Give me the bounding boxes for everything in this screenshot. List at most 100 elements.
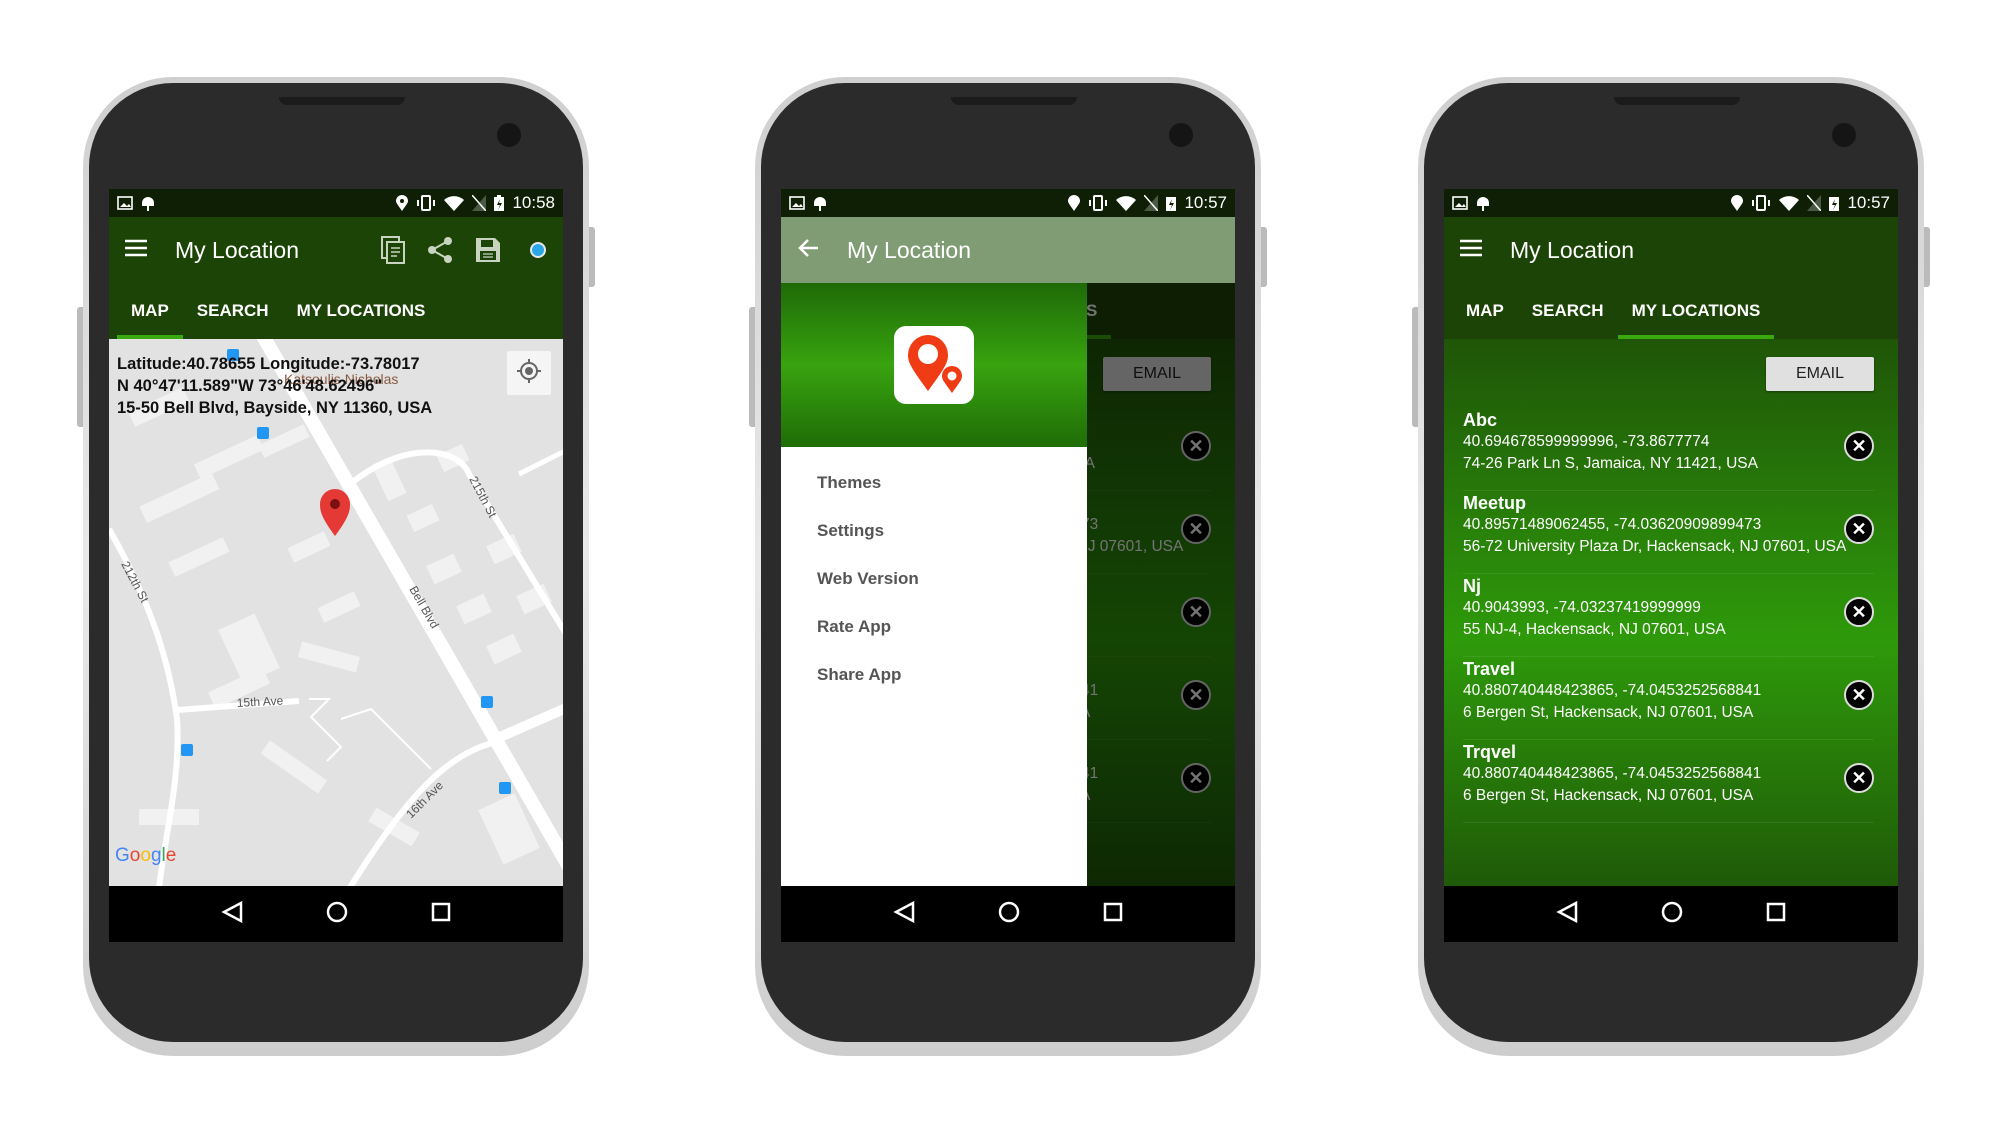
recents-icon[interactable] [1103, 902, 1123, 927]
status-time: 10:57 [1847, 193, 1890, 212]
wifi-icon [444, 195, 465, 211]
location-name: Abc [1463, 410, 1498, 430]
location-icon [1068, 195, 1081, 211]
list-item[interactable]: Trqvel 40.880740448423865, -74.0453252568… [1463, 741, 1874, 823]
location-name: Meetup [1463, 493, 1526, 513]
list-item[interactable]: Abc 40.694678599999996, -73.8677774 74-26 … [1463, 409, 1874, 491]
gallery-icon [789, 196, 805, 210]
tab-my-locations[interactable]: MY LOCATIONS [283, 283, 440, 339]
address-text: 15-50 Bell Blvd, Bayside, NY 11360, USA [117, 399, 433, 417]
locations-list: EMAIL Abc 40.694678599999996, -73.8677774… [1444, 339, 1898, 886]
status-bar: 10:57 [781, 189, 1235, 217]
phone-map: 10:58 My Location MAP SEARCH MY LOCATION… [77, 77, 595, 1056]
location-address: 55 NJ-4, Hackensack, NJ 07601, USA [1463, 621, 1726, 638]
back-icon[interactable] [220, 900, 243, 928]
toolbar: My Location [781, 217, 1235, 283]
wifi-icon [1779, 195, 1800, 211]
home-icon[interactable] [998, 901, 1020, 928]
list-item[interactable]: Meetup 40.89571489062455, -74.03620909899… [1463, 492, 1874, 574]
location-coords: 40.694678599999996, -73.8677774 [1463, 433, 1710, 450]
map-view[interactable]: Bell Blvd 212th St 215th St 15th Ave 16t… [109, 339, 563, 886]
android-icon [141, 195, 155, 211]
toolbar: My Location [1444, 217, 1898, 283]
tab-bar: MAP SEARCH MY LOCATIONS [1444, 283, 1898, 339]
drawer-item-rate-app[interactable]: Rate App [781, 603, 1087, 651]
remove-icon[interactable]: ✕ [1844, 431, 1874, 461]
wifi-icon [1116, 195, 1137, 211]
tab-bar: MAP SEARCH MY LOCATIONS [109, 283, 563, 339]
app-logo-icon [894, 326, 974, 404]
remove-icon[interactable]: ✕ [1844, 514, 1874, 544]
app-title: My Location [1510, 236, 1635, 263]
app-title: My Location [847, 236, 972, 263]
remove-icon[interactable]: ✕ [1844, 597, 1874, 627]
street-label: 15th Ave [236, 694, 283, 710]
location-address: 74-26 Park Ln S, Jamaica, NY 11421, USA [1463, 455, 1758, 472]
dms-text: N 40°47'11.589"W 73°46'48.62496" [117, 377, 383, 395]
drawer-item-web-version[interactable]: Web Version [781, 555, 1087, 603]
location-coords: 40.880740448423865, -74.0453252568841 [1463, 765, 1762, 782]
screen: 10:57 My Location MAP SEARCH MY LOCATION… [781, 189, 1235, 942]
home-icon[interactable] [326, 901, 348, 928]
tab-search[interactable]: SEARCH [1518, 283, 1618, 339]
save-icon[interactable] [475, 237, 501, 263]
no-sim-icon [1807, 195, 1822, 211]
location-address: 6 Bergen St, Hackensack, NJ 07601, USA [1463, 704, 1754, 721]
menu-icon[interactable] [125, 239, 147, 262]
remove-icon[interactable]: ✕ [1844, 680, 1874, 710]
nav-bar [781, 886, 1235, 942]
location-icon [1731, 195, 1744, 211]
recents-icon[interactable] [431, 902, 451, 927]
phone-drawer: 10:57 My Location MAP SEARCH MY LOCATION… [749, 77, 1267, 1056]
app-title: My Location [175, 236, 300, 263]
gallery-icon [117, 196, 133, 210]
list-item[interactable]: Nj 40.9043993, -74.03237419999999 55 NJ-4,… [1463, 575, 1874, 657]
tab-map[interactable]: MAP [117, 283, 183, 339]
location-address: 6 Bergen St, Hackensack, NJ 07601, USA [1463, 787, 1754, 804]
drawer-header [781, 283, 1087, 447]
list-item[interactable]: Travel 40.880740448423865, -74.0453252568… [1463, 658, 1874, 740]
android-icon [813, 195, 827, 211]
phone-my-locations: 10:57 My Location MAP SEARCH MY LOCATION… [1412, 77, 1930, 1056]
google-logo: Google [115, 845, 176, 866]
remove-icon[interactable]: ✕ [1844, 763, 1874, 793]
copy-icon[interactable] [381, 236, 405, 264]
no-sim-icon [472, 195, 487, 211]
map-pin-icon [320, 489, 350, 536]
location-address: 56-72 University Plaza Dr, Hackensack, N… [1463, 538, 1847, 555]
status-time: 10:58 [512, 193, 555, 212]
drawer-item-themes[interactable]: Themes [781, 459, 1087, 507]
home-icon[interactable] [1661, 901, 1683, 928]
location-coords: 40.89571489062455, -74.03620909899473 [1463, 516, 1762, 533]
back-arrow-icon[interactable] [797, 238, 819, 263]
status-bar: 10:58 [109, 189, 563, 217]
location-coords: 40.9043993, -74.03237419999999 [1463, 599, 1701, 616]
location-name: Nj [1463, 576, 1481, 596]
screen: 10:57 My Location MAP SEARCH MY LOCATION… [1444, 189, 1898, 942]
location-coords: 40.880740448423865, -74.0453252568841 [1463, 682, 1762, 699]
nav-bar [1444, 886, 1898, 942]
tab-my-locations[interactable]: MY LOCATIONS [1617, 283, 1775, 339]
toolbar: My Location [109, 217, 563, 283]
drawer-item-settings[interactable]: Settings [781, 507, 1087, 555]
menu-icon[interactable] [1460, 239, 1482, 262]
tab-map[interactable]: MAP [1452, 283, 1518, 339]
drawer-item-share-app[interactable]: Share App [781, 651, 1087, 699]
back-icon[interactable] [1555, 900, 1578, 928]
navigation-drawer: Themes Settings Web Version Rate App Sha… [781, 283, 1087, 886]
vibrate-icon [1088, 195, 1108, 211]
tab-search[interactable]: SEARCH [183, 283, 283, 339]
coordinates-panel: Latitude:40.78655 Longitude:-73.78017 N … [117, 353, 432, 419]
recents-icon[interactable] [1766, 902, 1786, 927]
battery-charging-icon [494, 195, 505, 211]
back-icon[interactable] [892, 900, 915, 928]
no-sim-icon [1144, 195, 1159, 211]
my-location-button[interactable] [507, 351, 551, 395]
battery-charging-icon [1829, 195, 1840, 211]
location-dot-icon[interactable] [529, 241, 547, 259]
street-label: 215th St [466, 474, 500, 521]
gallery-icon [1452, 196, 1468, 210]
share-icon[interactable] [427, 237, 453, 263]
email-button[interactable]: EMAIL [1766, 357, 1874, 391]
vibrate-icon [416, 195, 436, 211]
